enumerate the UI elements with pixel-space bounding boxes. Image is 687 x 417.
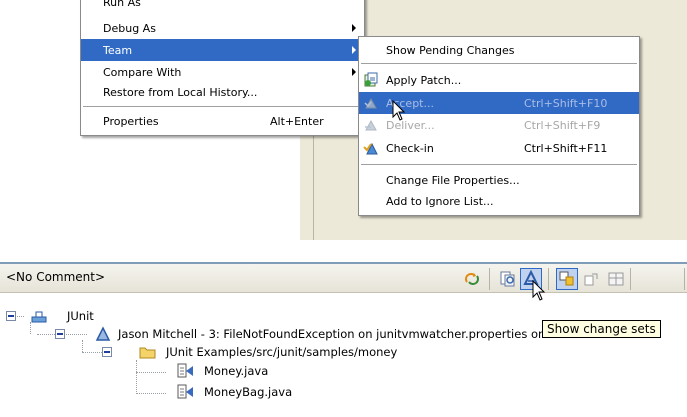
menu-item-change-file-properties[interactable]: Change File Properties... [359,169,639,191]
files-icon [559,271,574,286]
collapse-icon[interactable] [582,270,602,288]
java-file-icon [177,363,193,378]
tree-line [82,340,83,352]
tree-node-moneybag-java[interactable]: MoneyBag.java [204,385,292,399]
context-menu: Run As Debug As Team Compare With Restor… [80,0,365,136]
show-files-button[interactable] [556,268,578,290]
tree-line [82,352,102,353]
menu-item-properties[interactable]: Properties Alt+Enter [81,110,364,132]
menu-item-team[interactable]: Team [81,39,364,61]
toolbar-separator [548,268,549,290]
repository-icon [31,311,47,323]
menu-item-check-in[interactable]: Check-in Ctrl+Shift+F11 [359,137,639,159]
accept-icon [364,97,377,109]
folder-icon [139,347,156,359]
compare-icon[interactable] [498,270,518,288]
tree-expander[interactable] [55,329,65,339]
menu-separator [361,164,637,165]
menu-separator [83,106,362,107]
check-in-icon [363,142,378,155]
tree-node-change-set[interactable]: Jason Mitchell - 3: FileNotFoundExceptio… [118,327,580,341]
menu-item-show-pending-changes[interactable]: Show Pending Changes [359,39,639,61]
submenu-arrow-icon [352,46,356,54]
tree-node-junit[interactable]: JUnit [67,309,94,323]
change-set-icon [95,326,111,341]
toolbar-separator [489,268,490,290]
tree-node-folder[interactable]: JUnit Examples/src/junit/samples/money [166,345,397,359]
tooltip: Show change sets [542,320,661,338]
menu-item-apply-patch[interactable]: Apply Patch... [359,69,639,91]
java-file-icon [177,384,193,399]
toolbar-separator [684,268,685,290]
comment-field[interactable]: <No Comment> [6,270,105,284]
tree-line [136,360,137,394]
menu-item-add-to-ignore-list[interactable]: Add to Ignore List... [359,190,639,212]
tree-line [30,322,31,334]
toolbar-separator [630,268,631,290]
team-submenu: Show Pending Changes Apply Patch... Acce… [358,36,640,216]
tree-line [136,372,166,373]
tree-expander[interactable] [6,311,16,321]
menu-item-run-as[interactable]: Run As [81,0,364,17]
patch-icon [364,72,378,87]
deliver-icon [365,119,377,131]
submenu-arrow-icon [352,68,356,76]
mouse-cursor-icon [392,100,406,121]
layout-icon[interactable] [606,270,626,288]
menu-item-compare-with[interactable]: Compare With [81,61,364,83]
tree-line [136,393,166,394]
refresh-icon[interactable] [462,270,482,288]
tree-expander[interactable] [102,347,112,357]
mouse-cursor-icon [532,280,546,301]
menu-separator [361,63,637,64]
tree-node-money-java[interactable]: Money.java [204,364,268,378]
menu-item-debug-as[interactable]: Debug As [81,17,364,39]
submenu-arrow-icon [352,24,356,32]
menu-item-restore-local-history[interactable]: Restore from Local History... [81,81,364,103]
